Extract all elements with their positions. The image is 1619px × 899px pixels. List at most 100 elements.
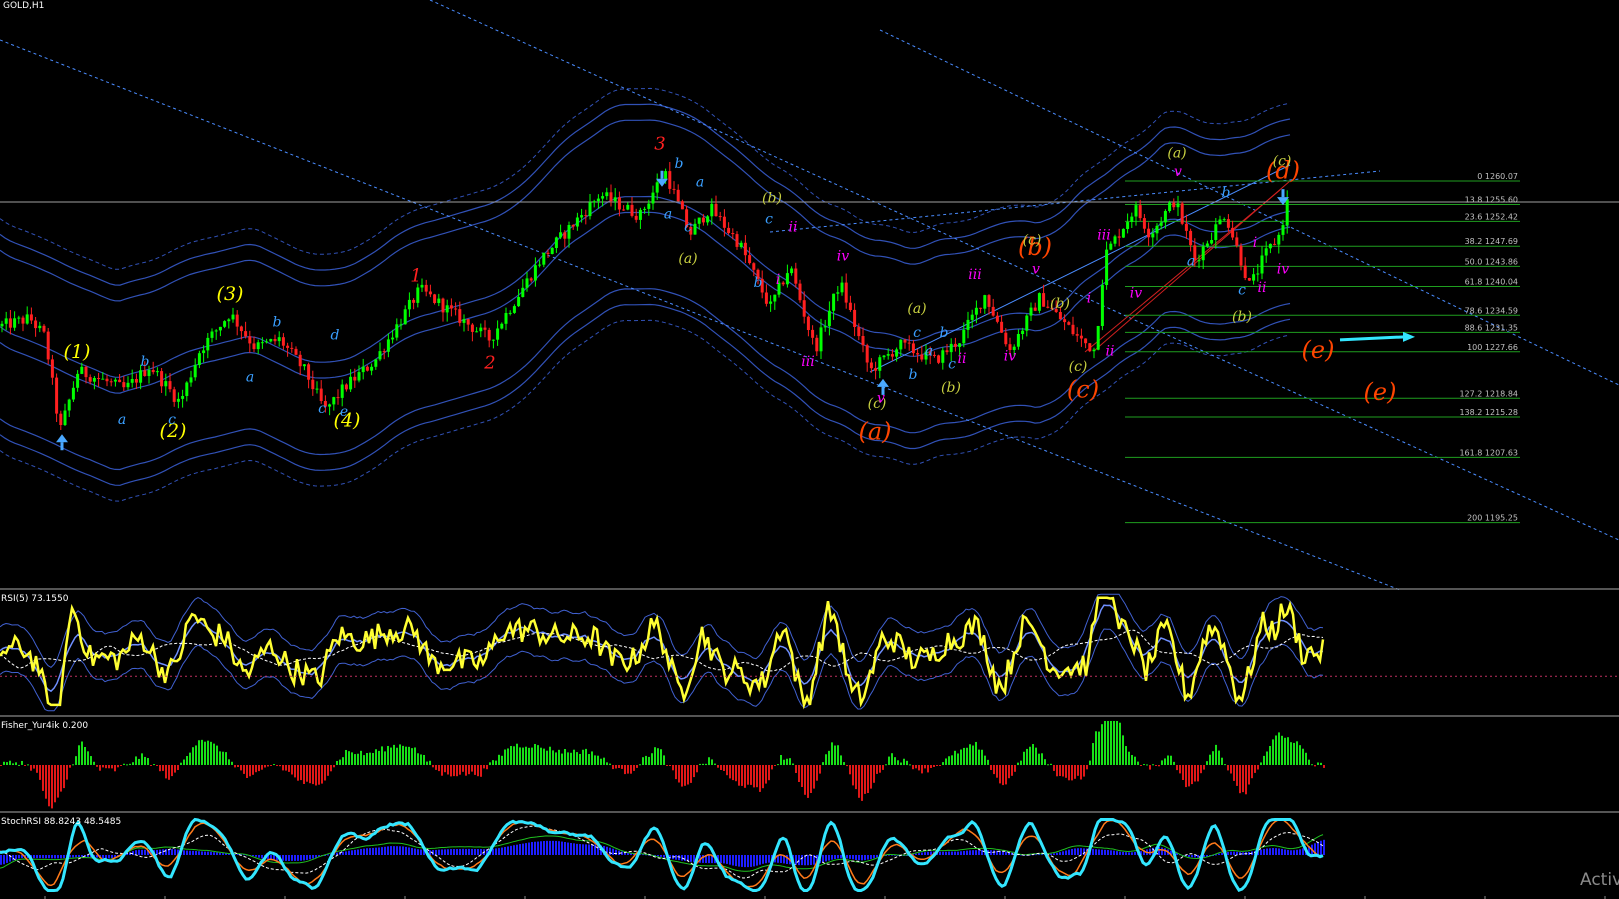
fisher-bar bbox=[327, 765, 329, 776]
stochrsi-histogram-bar bbox=[915, 853, 917, 855]
fisher-bar bbox=[111, 765, 113, 769]
candle-body bbox=[1000, 321, 1004, 333]
stochrsi-histogram-bar bbox=[441, 849, 443, 856]
fisher-bar bbox=[216, 745, 218, 765]
stochrsi-histogram-bar bbox=[951, 851, 953, 855]
fisher-bar bbox=[351, 752, 353, 765]
stochrsi-histogram-bar bbox=[1110, 850, 1112, 856]
fisher-bar bbox=[1074, 765, 1076, 779]
candle-body bbox=[773, 294, 777, 302]
candle-body bbox=[168, 381, 172, 390]
fisher-bar bbox=[1260, 762, 1262, 766]
wave-label: a bbox=[118, 412, 126, 428]
stochrsi-histogram-bar bbox=[930, 851, 932, 856]
fisher-bar bbox=[576, 752, 578, 765]
fisher-bar bbox=[609, 763, 611, 766]
candle-body bbox=[701, 217, 705, 223]
stochrsi-histogram-bar bbox=[591, 844, 593, 856]
candle-body bbox=[307, 364, 311, 380]
fisher-bar bbox=[987, 759, 989, 765]
candle-body bbox=[647, 203, 651, 209]
fisher-bar bbox=[906, 760, 908, 766]
stochrsi-histogram-bar bbox=[36, 855, 38, 859]
candle-body bbox=[638, 209, 642, 220]
stochrsi-histogram-bar bbox=[810, 855, 812, 865]
candle-body bbox=[344, 384, 348, 390]
fisher-bar bbox=[204, 741, 206, 765]
fisher-bar bbox=[1005, 765, 1007, 785]
candle-body bbox=[403, 309, 407, 325]
fisher-bar bbox=[468, 765, 470, 775]
candle-body bbox=[46, 331, 50, 360]
wave-label: iv bbox=[837, 248, 849, 264]
stochrsi-histogram-bar bbox=[345, 851, 347, 855]
fisher-bar bbox=[993, 765, 995, 775]
candle-body bbox=[827, 310, 831, 327]
fisher-bar bbox=[138, 758, 140, 766]
fisher-bar bbox=[444, 765, 446, 773]
wave-label: v bbox=[1174, 164, 1182, 180]
chart-canvas[interactable]: 0 1260.07 13.8 1255.60 23.6 1252.42 38.2 12… bbox=[0, 0, 1619, 899]
stochrsi-histogram-bar bbox=[534, 841, 536, 855]
stochrsi-histogram-bar bbox=[195, 851, 197, 856]
fisher-bar bbox=[783, 759, 785, 766]
candle-body bbox=[983, 295, 987, 309]
fisher-bar bbox=[93, 761, 95, 765]
stochrsi-histogram-bar bbox=[759, 855, 761, 865]
wave-label: b bbox=[675, 156, 684, 172]
stochrsi-histogram-bar bbox=[132, 851, 134, 855]
candle-body bbox=[1231, 227, 1235, 238]
fisher-bar bbox=[657, 748, 659, 766]
candle-body bbox=[752, 263, 756, 270]
candle-body bbox=[853, 309, 857, 327]
stochrsi-histogram-bar bbox=[375, 847, 377, 855]
stochrsi-histogram-bar bbox=[738, 855, 740, 867]
stochrsi-histogram-bar bbox=[54, 855, 56, 859]
candle-body bbox=[1109, 243, 1113, 250]
fisher-bar bbox=[1056, 765, 1058, 777]
fisher-bar bbox=[474, 765, 476, 775]
fisher-bar bbox=[687, 765, 689, 785]
stochrsi-histogram-bar bbox=[507, 846, 509, 856]
fisher-bar bbox=[1248, 765, 1250, 785]
fisher-bar bbox=[684, 765, 686, 786]
fisher-bar bbox=[1080, 765, 1082, 780]
fisher-bar bbox=[1266, 751, 1268, 766]
fisher-bar bbox=[639, 764, 641, 766]
candle-body bbox=[718, 216, 722, 218]
fisher-bar bbox=[960, 749, 962, 766]
candle-body bbox=[529, 278, 533, 281]
stochrsi-histogram-bar bbox=[870, 855, 872, 859]
candle-body bbox=[512, 306, 516, 313]
candle-body bbox=[1025, 315, 1029, 331]
fisher-bar bbox=[1245, 765, 1247, 795]
fisher-bar bbox=[876, 765, 878, 774]
candle-body bbox=[722, 216, 726, 228]
candle-body bbox=[945, 350, 949, 353]
fisher-bar bbox=[807, 765, 809, 798]
stochrsi-histogram-bar bbox=[1101, 849, 1103, 855]
fisher-bar bbox=[1071, 765, 1073, 781]
candle-body bbox=[769, 301, 773, 304]
stochrsi-histogram-bar bbox=[540, 841, 542, 855]
stochrsi-histogram-bar bbox=[1077, 848, 1079, 856]
candle-body bbox=[361, 366, 365, 373]
fisher-bar bbox=[180, 762, 182, 765]
candle-body bbox=[21, 317, 25, 324]
stochrsi-histogram-bar bbox=[354, 849, 356, 856]
fisher-bar bbox=[996, 765, 998, 778]
fisher-bar bbox=[1158, 765, 1160, 767]
stochrsi-histogram-bar bbox=[1050, 853, 1052, 856]
candle-body bbox=[29, 314, 33, 321]
fisher-bar bbox=[6, 762, 8, 765]
fisher-bar bbox=[1296, 741, 1298, 766]
fisher-bar bbox=[1308, 759, 1310, 765]
candle-body bbox=[504, 313, 508, 324]
candle-body bbox=[987, 295, 991, 307]
fisher-bar bbox=[702, 763, 704, 766]
stochrsi-histogram-bar bbox=[48, 855, 50, 859]
stochrsi-histogram-bar bbox=[561, 841, 563, 855]
fisher-bar bbox=[24, 765, 26, 766]
candle-body bbox=[1256, 273, 1260, 275]
gold-h1-chart[interactable]: 0 1260.07 13.8 1255.60 23.6 1252.42 38.2 12… bbox=[0, 0, 1619, 899]
